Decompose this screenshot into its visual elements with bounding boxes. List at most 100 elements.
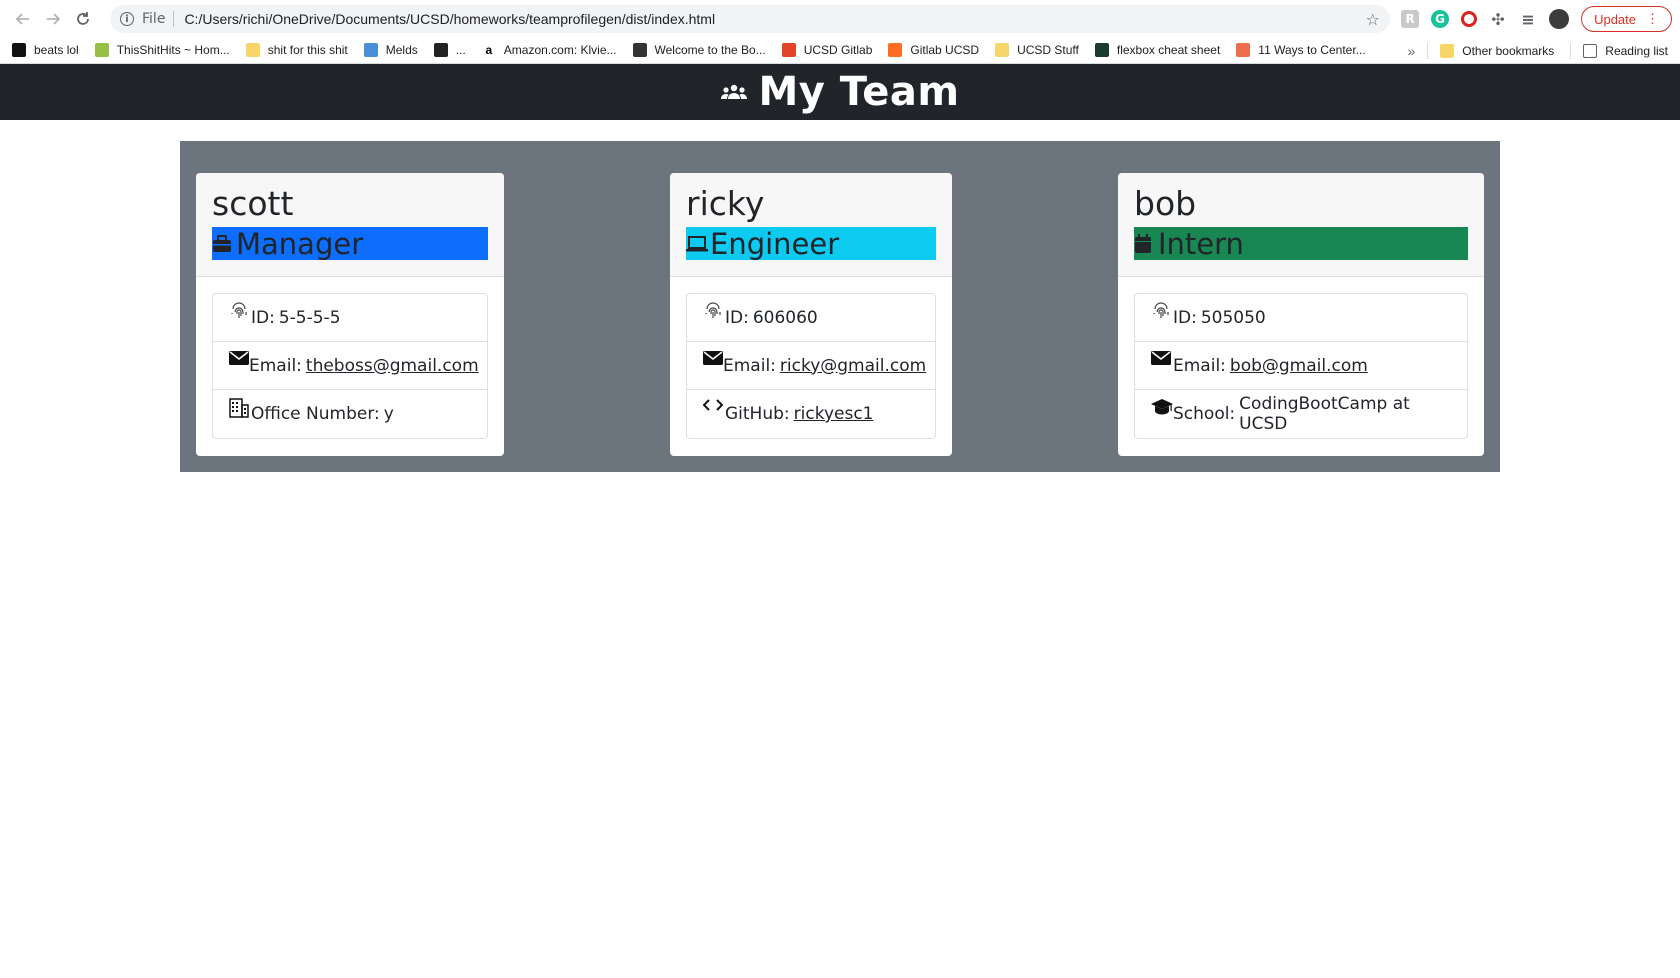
omnibox-divider (173, 11, 175, 27)
employee-card-engineer: ricky Engineer ID: 606060 Email: ricky@g… (670, 173, 952, 456)
bookmark-item[interactable]: Gitlab UCSD (888, 43, 979, 57)
school-value: CodingBootCamp at UCSD (1239, 394, 1410, 434)
calendar-icon (1134, 233, 1158, 254)
employee-role: Intern (1134, 226, 1468, 261)
gitlab-icon (781, 43, 796, 57)
role-label: Manager (236, 226, 364, 261)
email-link[interactable]: bob@gmail.com (1230, 356, 1368, 376)
email-link[interactable]: ricky@gmail.com (780, 356, 926, 376)
menu-dots-icon: ⋮ (1646, 11, 1659, 26)
employee-name: ricky (686, 184, 765, 223)
extensions-area: R G ✣ ≡ Update ⋮ (1401, 4, 1680, 34)
bookmark-label: Other bookmarks (1462, 43, 1555, 58)
github-link[interactable]: rickyesc1 (794, 404, 874, 424)
id-value: 606060 (752, 307, 818, 328)
star-icon[interactable]: ☆ (1366, 10, 1380, 29)
bookmark-label: Welcome to the Bo... (654, 43, 766, 57)
bookmark-item[interactable]: ThisShitHits ~ Hom... (94, 43, 230, 57)
forward-button[interactable] (38, 4, 68, 34)
reading-list-button[interactable]: Reading list (1583, 43, 1668, 58)
building-icon (229, 398, 251, 420)
list-item-email: Email: bob@gmail.com (1135, 342, 1467, 390)
list-item-school: School: CodingBootCamp at UCSD (1135, 390, 1467, 438)
list-item-office: Office Number: y (213, 390, 487, 438)
arrow-left-icon (15, 12, 29, 25)
list-item-id: ID: 505050 (1135, 294, 1467, 342)
employee-name: scott (212, 184, 294, 223)
reading-list-icon (1583, 43, 1598, 58)
briefcase-icon (212, 234, 236, 253)
school-label: School: (1173, 404, 1236, 424)
list-item-email: Email: theboss@gmail.com (213, 342, 487, 390)
address-bar[interactable]: i File C:/Users/richi/OneDrive/Documents… (110, 5, 1390, 33)
bookmark-item[interactable]: Melds (363, 43, 418, 57)
bookmarks-overflow-button[interactable]: » (1407, 43, 1415, 59)
extension-icon[interactable]: R (1401, 10, 1420, 28)
list-item-id: ID: 606060 (687, 294, 935, 342)
puzzle-icon[interactable]: ✣ (1489, 10, 1507, 29)
bookmark-item[interactable]: a Amazon.com: Klvie... (481, 43, 617, 57)
bookmarks-right: » Other bookmarks Reading list (1407, 37, 1668, 64)
grammarly-icon[interactable]: G (1431, 10, 1450, 28)
role-label: Engineer (710, 226, 840, 261)
employee-role: Manager (212, 226, 488, 261)
bookmark-item[interactable]: flexbox cheat sheet (1094, 43, 1221, 57)
team-container: scott Manager ID: 5-5-5-5 Email: theboss… (180, 141, 1500, 472)
role-label: Intern (1158, 226, 1244, 261)
office-label: Office Number: (251, 404, 380, 424)
bookmark-item[interactable]: Welcome to the Bo... (632, 43, 766, 57)
list-item-email: Email: ricky@gmail.com (687, 342, 935, 390)
update-button[interactable]: Update ⋮ (1581, 6, 1672, 32)
scheme-label: File (142, 11, 166, 27)
bookmark-label: 11 Ways to Center... (1258, 43, 1366, 57)
email-link[interactable]: theboss@gmail.com (306, 356, 479, 376)
fingerprint-icon (1151, 301, 1173, 324)
card-body: ID: 606060 Email: ricky@gmail.com GitHub… (670, 277, 952, 455)
shopify-icon (94, 43, 109, 57)
employee-name: bob (1134, 184, 1197, 223)
hubspot-icon (1236, 43, 1251, 57)
bookmark-label: Amazon.com: Klvie... (503, 43, 617, 57)
back-button[interactable] (8, 4, 38, 34)
bookmark-item[interactable]: 11 Ways to Center... (1236, 43, 1366, 57)
employee-card-manager: scott Manager ID: 5-5-5-5 Email: theboss… (196, 173, 504, 456)
envelope-icon (703, 350, 723, 372)
list-item-github: GitHub: rickyesc1 (687, 390, 935, 438)
url-text[interactable]: C:/Users/richi/OneDrive/Documents/UCSD/h… (184, 11, 715, 27)
info-list: ID: 505050 Email: bob@gmail.com School: … (1134, 293, 1468, 439)
bookmark-label: ... (455, 43, 466, 57)
bookmark-label: ThisShitHits ~ Hom... (116, 43, 230, 57)
envelope-icon (1151, 350, 1173, 372)
reload-button[interactable] (68, 4, 98, 34)
skull-icon (433, 43, 448, 57)
grid-icon (1094, 43, 1109, 57)
bookmark-item[interactable]: ... (433, 43, 466, 57)
reading-list-icon[interactable]: ≡ (1519, 10, 1537, 29)
id-label: ID: (1173, 307, 1197, 328)
bookmark-item[interactable]: UCSD Gitlab (781, 43, 872, 57)
bookmark-item[interactable]: shit for this shit (245, 43, 348, 57)
info-list: ID: 5-5-5-5 Email: theboss@gmail.com Off… (212, 293, 488, 439)
folder-icon (1440, 43, 1455, 58)
bookmark-item[interactable]: UCSD Stuff (995, 43, 1079, 57)
office-value: y (383, 404, 394, 424)
amazon-icon: a (481, 43, 496, 57)
other-bookmarks[interactable]: Other bookmarks (1440, 43, 1555, 58)
bookmark-label: Gitlab UCSD (910, 43, 980, 57)
melds-icon (363, 43, 378, 57)
folder-icon (245, 43, 260, 57)
card-header: bob Intern (1118, 173, 1484, 277)
id-value: 505050 (1200, 307, 1266, 328)
employee-card-intern: bob Intern ID: 505050 Email: bob@gmail.c… (1118, 173, 1484, 456)
bookmark-item[interactable]: beats lol (12, 43, 79, 57)
bookmark-favicon-icon (12, 43, 26, 57)
card-body: ID: 505050 Email: bob@gmail.com School: … (1118, 277, 1484, 455)
email-label: Email: (1173, 355, 1226, 376)
card-body: ID: 5-5-5-5 Email: theboss@gmail.com Off… (196, 277, 504, 455)
bookmarks-divider (1427, 42, 1429, 59)
opera-icon[interactable] (1461, 11, 1478, 27)
info-icon[interactable]: i (120, 12, 134, 26)
bookmark-label: flexbox cheat sheet (1116, 43, 1221, 57)
page-title: My Team (758, 69, 960, 115)
avatar[interactable] (1549, 9, 1570, 29)
